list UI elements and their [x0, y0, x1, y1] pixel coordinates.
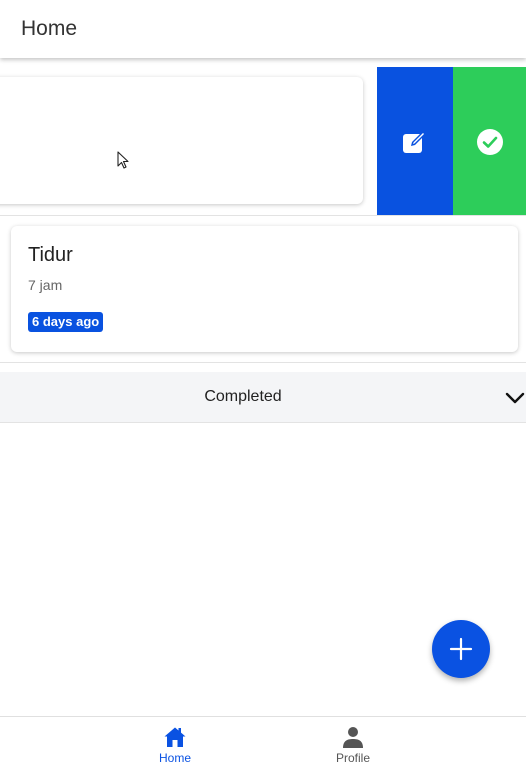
app-screen: Home Tidur 7 jam 6 days ago Completed Ho…	[0, 0, 526, 774]
chevron-down-icon[interactable]	[505, 389, 525, 407]
complete-action-button[interactable]	[453, 67, 526, 216]
completed-label: Completed	[204, 388, 282, 405]
bottom-navigation: Home Profile	[0, 716, 526, 774]
page-title: Home	[21, 17, 78, 40]
nav-item-home[interactable]: Home	[135, 725, 215, 765]
task-card[interactable]: Tidur 7 jam 6 days ago	[11, 226, 518, 352]
task-subtitle: 7 jam	[28, 277, 63, 293]
person-icon	[343, 727, 363, 748]
divider	[0, 362, 526, 363]
check-circle-icon	[476, 128, 503, 155]
mouse-cursor-icon	[117, 151, 129, 169]
app-header: Home	[0, 0, 526, 58]
add-task-button[interactable]	[432, 620, 490, 678]
nav-label-profile: Profile	[335, 751, 370, 765]
plus-icon	[449, 637, 473, 661]
swiped-task-card[interactable]	[0, 77, 363, 204]
task-title: Tidur	[28, 244, 73, 266]
edit-icon	[403, 131, 426, 153]
divider	[0, 215, 526, 216]
completed-accordion[interactable]: Completed	[0, 372, 526, 423]
home-icon	[164, 727, 186, 747]
nav-item-profile[interactable]: Profile	[313, 725, 393, 765]
nav-label-home: Home	[158, 751, 191, 765]
time-badge: 6 days ago	[28, 312, 104, 332]
edit-action-button[interactable]	[377, 67, 453, 216]
swiped-task-row[interactable]	[0, 58, 526, 216]
